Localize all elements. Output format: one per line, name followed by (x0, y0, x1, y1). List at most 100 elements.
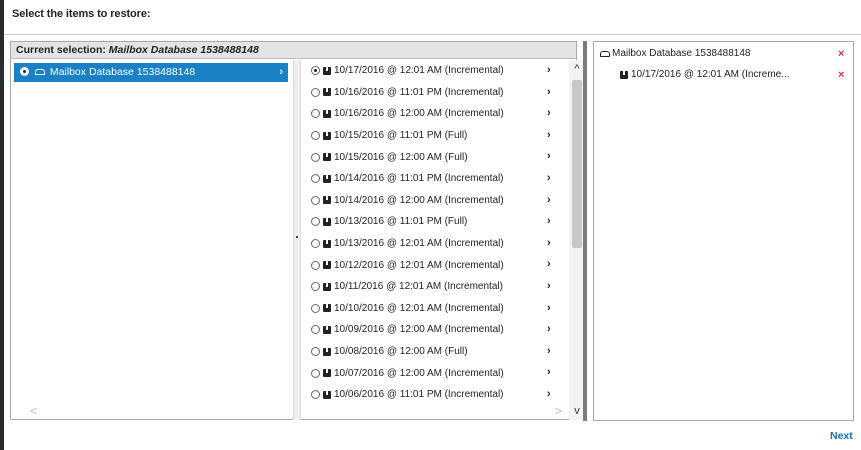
chevron-right-icon[interactable]: › (547, 276, 551, 298)
chevron-right-icon[interactable]: › (547, 384, 551, 406)
window-frame-left (0, 0, 4, 450)
recovery-point-icon (323, 217, 331, 226)
recovery-point-icon (620, 70, 628, 79)
scrollbar-thumb[interactable] (572, 80, 582, 248)
recovery-point-row[interactable]: 10/07/2016 @ 12:00 AM (Incremental) › (306, 362, 566, 384)
recovery-point-row[interactable]: 10/16/2016 @ 12:00 AM (Incremental) › (306, 103, 566, 125)
recovery-point-radio[interactable] (311, 109, 320, 119)
scroll-left-icon[interactable]: < (30, 404, 37, 418)
recovery-point-radio[interactable] (311, 174, 320, 184)
panel-separator (583, 41, 587, 421)
recovery-point-radio[interactable] (311, 303, 320, 313)
restore-point-item: 10/17/2016 @ 12:01 AM (Increme... (620, 69, 790, 80)
recovery-point-icon (323, 109, 331, 118)
recovery-point-row[interactable]: 10/15/2016 @ 12:00 AM (Full) › (306, 146, 566, 168)
recovery-point-row[interactable]: 10/17/2016 @ 12:01 AM (Incremental) › (306, 60, 566, 82)
restore-database-label: Mailbox Database 1538488148 (612, 48, 751, 59)
recovery-point-row[interactable]: 10/11/2016 @ 12:01 AM (Incremental) › (306, 276, 566, 298)
recovery-point-radio[interactable] (311, 347, 320, 357)
chevron-right-icon[interactable]: › (547, 82, 551, 104)
restore-database-item: Mailbox Database 1538488148 (600, 48, 750, 59)
recovery-point-row[interactable]: 10/13/2016 @ 11:01 PM (Full) › (306, 211, 566, 233)
recovery-point-label: 10/17/2016 @ 12:01 AM (Incremental) (334, 65, 504, 77)
recovery-point-label: 10/13/2016 @ 12:01 AM (Incremental) (334, 238, 504, 250)
recovery-point-icon (323, 131, 331, 140)
recovery-point-icon (323, 66, 331, 75)
recovery-point-label: 10/14/2016 @ 11:01 PM (Incremental) (334, 173, 504, 185)
next-button[interactable]: Next (830, 430, 853, 442)
recovery-point-radio[interactable] (311, 239, 320, 249)
chevron-right-icon[interactable]: › (547, 190, 551, 212)
chevron-right-icon[interactable]: › (547, 233, 551, 255)
recovery-point-label: 10/13/2016 @ 11:01 PM (Full) (334, 216, 468, 228)
column-splitter[interactable] (293, 60, 301, 420)
recovery-point-radio[interactable] (311, 325, 320, 335)
recovery-point-radio[interactable] (311, 390, 320, 400)
page-heading: Select the items to restore: (12, 8, 151, 20)
recovery-point-icon (323, 347, 331, 356)
recovery-point-label: 10/16/2016 @ 12:00 AM (Incremental) (334, 108, 504, 120)
recovery-point-radio[interactable] (311, 282, 320, 292)
recovery-point-icon (323, 390, 331, 399)
recovery-point-label: 10/06/2016 @ 11:01 PM (Incremental) (334, 389, 504, 401)
chevron-right-icon[interactable]: › (547, 362, 551, 384)
recovery-point-row[interactable]: 10/16/2016 @ 11:01 PM (Incremental) › (306, 82, 566, 104)
restore-point-label: 10/17/2016 @ 12:01 AM (Increme... (631, 69, 790, 80)
current-selection-header: Current selection: Mailbox Database 1538… (11, 42, 576, 59)
database-icon (600, 50, 610, 57)
recovery-point-radio[interactable] (311, 217, 320, 227)
current-selection-value: Mailbox Database 1538488148 (108, 44, 259, 56)
chevron-right-icon[interactable]: › (547, 168, 551, 190)
chevron-right-icon[interactable]: › (547, 125, 551, 147)
recovery-point-row[interactable]: 10/12/2016 @ 12:01 AM (Incremental) › (306, 254, 566, 276)
recovery-point-label: 10/15/2016 @ 12:00 AM (Full) (334, 151, 468, 163)
recovery-point-icon (323, 196, 331, 205)
chevron-right-icon[interactable]: › (547, 60, 551, 82)
chevron-right-icon[interactable]: › (547, 103, 551, 125)
recovery-point-label: 10/16/2016 @ 11:01 PM (Incremental) (334, 86, 504, 98)
recovery-point-icon (323, 261, 331, 270)
recovery-point-row[interactable]: 10/06/2016 @ 11:01 PM (Incremental) › (306, 384, 566, 406)
recovery-point-label: 10/12/2016 @ 12:01 AM (Incremental) (334, 259, 504, 271)
chevron-right-icon[interactable]: › (547, 298, 551, 320)
chevron-right-icon[interactable]: › (547, 254, 551, 276)
items-to-restore-panel: Mailbox Database 1538488148 × 10/17/2016… (593, 41, 854, 421)
recovery-point-icon (323, 153, 331, 162)
database-icon (34, 69, 45, 75)
recovery-point-radio[interactable] (311, 368, 320, 378)
recovery-point-radio[interactable] (311, 131, 320, 141)
chevron-right-icon[interactable]: › (547, 341, 551, 363)
recovery-point-radio[interactable] (311, 66, 320, 76)
horizontal-scrollbar[interactable]: < > (14, 404, 574, 418)
recovery-point-label: 10/15/2016 @ 11:01 PM (Full) (334, 130, 468, 142)
chevron-right-icon[interactable]: › (547, 211, 551, 233)
recovery-point-label: 10/09/2016 @ 12:00 AM (Incremental) (334, 324, 504, 336)
recovery-point-radio[interactable] (311, 195, 320, 205)
recovery-point-row[interactable]: 10/14/2016 @ 12:00 AM (Incremental) › (306, 190, 566, 212)
chevron-right-icon[interactable]: › (547, 146, 551, 168)
remove-point-icon[interactable]: × (838, 69, 844, 81)
heading-divider (4, 34, 861, 35)
recovery-point-radio[interactable] (311, 87, 320, 97)
database-radio[interactable] (20, 67, 29, 76)
recovery-point-icon (323, 304, 331, 313)
chevron-right-icon[interactable]: › (547, 319, 551, 341)
recovery-point-label: 10/11/2016 @ 12:01 AM (Incremental) (334, 281, 503, 293)
recovery-point-label: 10/14/2016 @ 12:00 AM (Incremental) (334, 194, 504, 206)
recovery-point-radio[interactable] (311, 152, 320, 162)
recovery-point-row[interactable]: 10/15/2016 @ 11:01 PM (Full) › (306, 125, 566, 147)
recovery-point-row[interactable]: 10/08/2016 @ 12:00 AM (Full) › (306, 341, 566, 363)
recovery-point-radio[interactable] (311, 260, 320, 270)
recovery-point-row[interactable]: 10/10/2016 @ 12:01 AM (Incremental) › (306, 298, 566, 320)
scroll-right-icon[interactable]: > (555, 404, 562, 418)
database-item[interactable]: Mailbox Database 1538488148 › (14, 63, 288, 82)
recovery-point-icon (323, 239, 331, 248)
remove-database-icon[interactable]: × (838, 48, 844, 60)
current-selection-label: Current selection: (16, 44, 106, 56)
recovery-point-row[interactable]: 10/13/2016 @ 12:01 AM (Incremental) › (306, 233, 566, 255)
recovery-point-list: 10/17/2016 @ 12:01 AM (Incremental) › 10/1… (306, 60, 566, 415)
recovery-point-row[interactable]: 10/14/2016 @ 11:01 PM (Incremental) › (306, 168, 566, 190)
selection-panel: Current selection: Mailbox Database 1538… (10, 41, 585, 420)
recovery-point-icon (323, 282, 331, 291)
recovery-point-row[interactable]: 10/09/2016 @ 12:00 AM (Incremental) › (306, 319, 566, 341)
